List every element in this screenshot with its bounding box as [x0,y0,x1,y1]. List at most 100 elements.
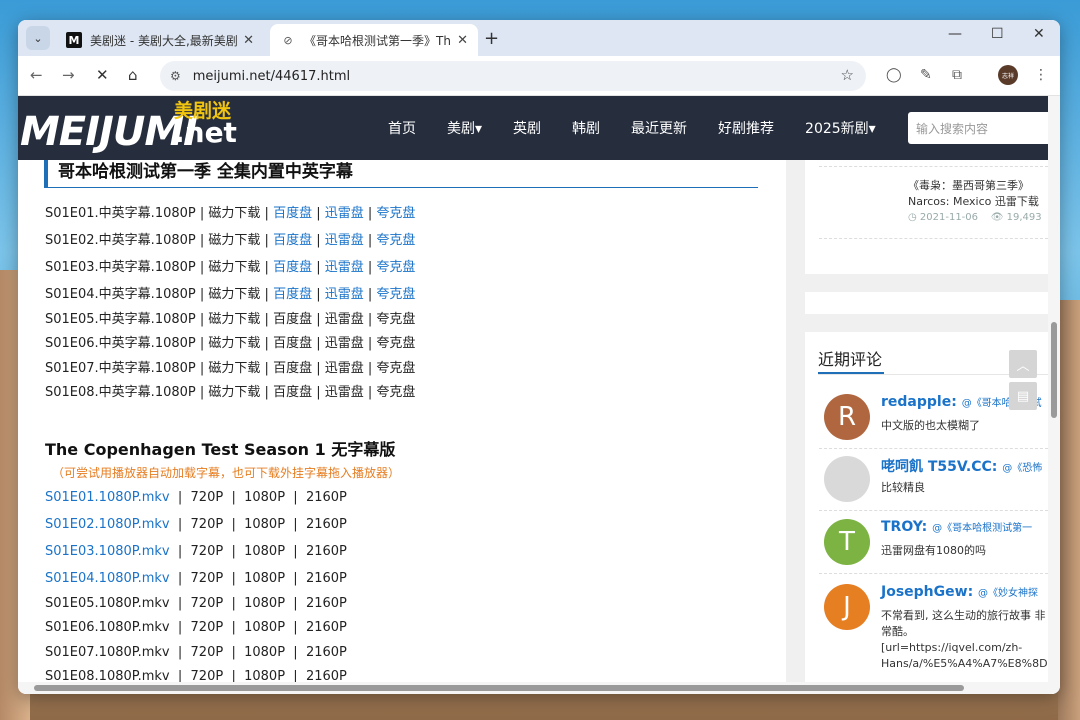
file-name-link[interactable]: S01E05.1080P.mkv [45,596,170,611]
stop-loading-icon[interactable]: ✕ [96,66,109,84]
resolution-link[interactable]: 720P [191,645,224,660]
resolution-link[interactable]: 2160P [306,669,347,682]
baidu-pan-link[interactable]: 百度盘 [273,385,312,400]
resolution-link[interactable]: 1080P [244,596,285,611]
quark-pan-link[interactable]: 夸克盘 [376,336,415,351]
baidu-pan-link[interactable]: 百度盘 [273,260,312,275]
magnet-download-link[interactable]: 磁力下载 [208,312,260,327]
minimize-icon[interactable]: — [948,26,962,42]
comment-post-ref[interactable]: @《妙女神探 [978,588,1038,599]
resolution-link[interactable]: 2160P [306,544,347,559]
baidu-pan-link[interactable]: 百度盘 [273,233,312,248]
resolution-link[interactable]: 1080P [244,669,285,682]
resolution-link[interactable]: 2160P [306,490,347,505]
quark-pan-link[interactable]: 夸克盘 [376,260,415,275]
file-name-link[interactable]: S01E03.1080P.mkv [45,544,170,559]
tab-meijumi-home[interactable]: M 美剧迷 - 美剧大全,最新美剧免费 ✕ [56,24,264,56]
scrollbar-thumb[interactable] [34,685,964,691]
resolution-link[interactable]: 1080P [244,571,285,586]
new-tab-plus-icon[interactable]: + [484,28,499,49]
comment-post-ref[interactable]: @《恐怖 [1002,463,1042,474]
maximize-icon[interactable]: ☐ [991,26,1004,42]
extensions-puzzle-icon[interactable]: ⧉ [952,67,962,83]
resolution-link[interactable]: 720P [191,517,224,532]
home-icon[interactable]: ⌂ [128,66,138,84]
file-name-link[interactable]: S01E08.1080P.mkv [45,669,170,682]
resolution-link[interactable]: 2160P [306,517,347,532]
resolution-link[interactable]: 720P [191,571,224,586]
address-bar[interactable]: ⚙ meijumi.net/44617.html ☆ [160,61,866,91]
nav-recommended[interactable]: 好剧推荐 [718,118,774,138]
window-close-icon[interactable]: ✕ [1033,26,1045,42]
nav-recent-updates[interactable]: 最近更新 [631,118,687,138]
comment-author[interactable]: 咾呞飢 T55V.CC: @《恐怖 [881,456,1042,476]
nav-us-drama[interactable]: 美剧▾ [447,118,482,138]
site-info-icon[interactable]: ⚙ [170,69,181,83]
resolution-link[interactable]: 720P [191,490,224,505]
resolution-link[interactable]: 1080P [244,490,285,505]
close-icon[interactable]: ✕ [457,33,468,48]
resolution-link[interactable]: 720P [191,596,224,611]
file-name-link[interactable]: S01E01.1080P.mkv [45,490,170,505]
magnet-download-link[interactable]: 磁力下载 [208,385,260,400]
comment-author[interactable]: JosephGew: @《妙女神探 [881,584,1038,600]
xunlei-pan-link[interactable]: 迅雷盘 [325,312,364,327]
xunlei-pan-link[interactable]: 迅雷盘 [325,206,364,221]
file-name-link[interactable]: S01E04.1080P.mkv [45,571,170,586]
quark-pan-link[interactable]: 夸克盘 [376,312,415,327]
file-name-link[interactable]: S01E07.1080P.mkv [45,645,170,660]
back-to-top-button[interactable]: ︿ [1009,350,1037,378]
quark-pan-link[interactable]: 夸克盘 [376,233,415,248]
back-arrow-icon[interactable]: ← [30,66,43,84]
bookmark-star-icon[interactable]: ☆ [841,66,854,84]
comment-author-name[interactable]: TROY: [881,519,927,535]
extension-circle-icon[interactable]: ◯ [886,67,902,83]
site-search-input[interactable]: 输入搜索内容 [908,112,1048,144]
magnet-download-link[interactable]: 磁力下载 [208,287,260,302]
baidu-pan-link[interactable]: 百度盘 [273,206,312,221]
resolution-link[interactable]: 1080P [244,517,285,532]
resolution-link[interactable]: 720P [191,620,224,635]
resolution-link[interactable]: 720P [191,669,224,682]
baidu-pan-link[interactable]: 百度盘 [273,336,312,351]
baidu-pan-link[interactable]: 百度盘 [273,312,312,327]
xunlei-pan-link[interactable]: 迅雷盘 [325,233,364,248]
magnet-download-link[interactable]: 磁力下载 [208,361,260,376]
nav-2025-new[interactable]: 2025新剧▾ [805,118,876,138]
xunlei-pan-link[interactable]: 迅雷盘 [325,361,364,376]
nav-kr-drama[interactable]: 韩剧 [572,118,600,138]
comment-author-name[interactable]: 咾呞飢 T55V.CC: [881,459,997,475]
quark-pan-link[interactable]: 夸克盘 [376,385,415,400]
quark-pan-link[interactable]: 夸克盘 [376,287,415,302]
horizontal-scrollbar[interactable] [18,682,1060,694]
nav-uk-drama[interactable]: 英剧 [513,118,541,138]
resolution-link[interactable]: 2160P [306,571,347,586]
quark-pan-link[interactable]: 夸克盘 [376,361,415,376]
magnet-download-link[interactable]: 磁力下载 [208,233,260,248]
resolution-link[interactable]: 1080P [244,620,285,635]
tab-copenhagen-test[interactable]: ⊘ 《哥本哈根测试第一季》The C ✕ [270,24,478,56]
comment-author-name[interactable]: JosephGew: [881,584,973,600]
site-logo[interactable]: MEIJUMI [20,102,198,154]
baidu-pan-link[interactable]: 百度盘 [273,287,312,302]
file-name-link[interactable]: S01E02.1080P.mkv [45,517,170,532]
forward-arrow-icon[interactable]: → [62,66,75,84]
comment-author[interactable]: TROY: @《哥本哈根测试第一 [881,519,1032,535]
baidu-pan-link[interactable]: 百度盘 [273,361,312,376]
xunlei-pan-link[interactable]: 迅雷盘 [325,336,364,351]
resolution-link[interactable]: 720P [191,544,224,559]
comment-author-name[interactable]: redapple: [881,394,957,410]
scrollbar-thumb[interactable] [1051,322,1057,418]
extension-edit-icon[interactable]: ✎ [920,67,932,83]
tab-search-button[interactable]: ⌄ [26,26,50,50]
xunlei-pan-link[interactable]: 迅雷盘 [325,287,364,302]
menu-kebab-icon[interactable]: ⋮ [1034,67,1048,83]
xunlei-pan-link[interactable]: 迅雷盘 [325,385,364,400]
magnet-download-link[interactable]: 磁力下载 [208,206,260,221]
resolution-link[interactable]: 2160P [306,596,347,611]
nav-home[interactable]: 首页 [388,118,416,138]
resolution-link[interactable]: 1080P [244,544,285,559]
magnet-download-link[interactable]: 磁力下载 [208,260,260,275]
vertical-scrollbar[interactable] [1048,96,1060,682]
close-icon[interactable]: ✕ [243,33,254,48]
